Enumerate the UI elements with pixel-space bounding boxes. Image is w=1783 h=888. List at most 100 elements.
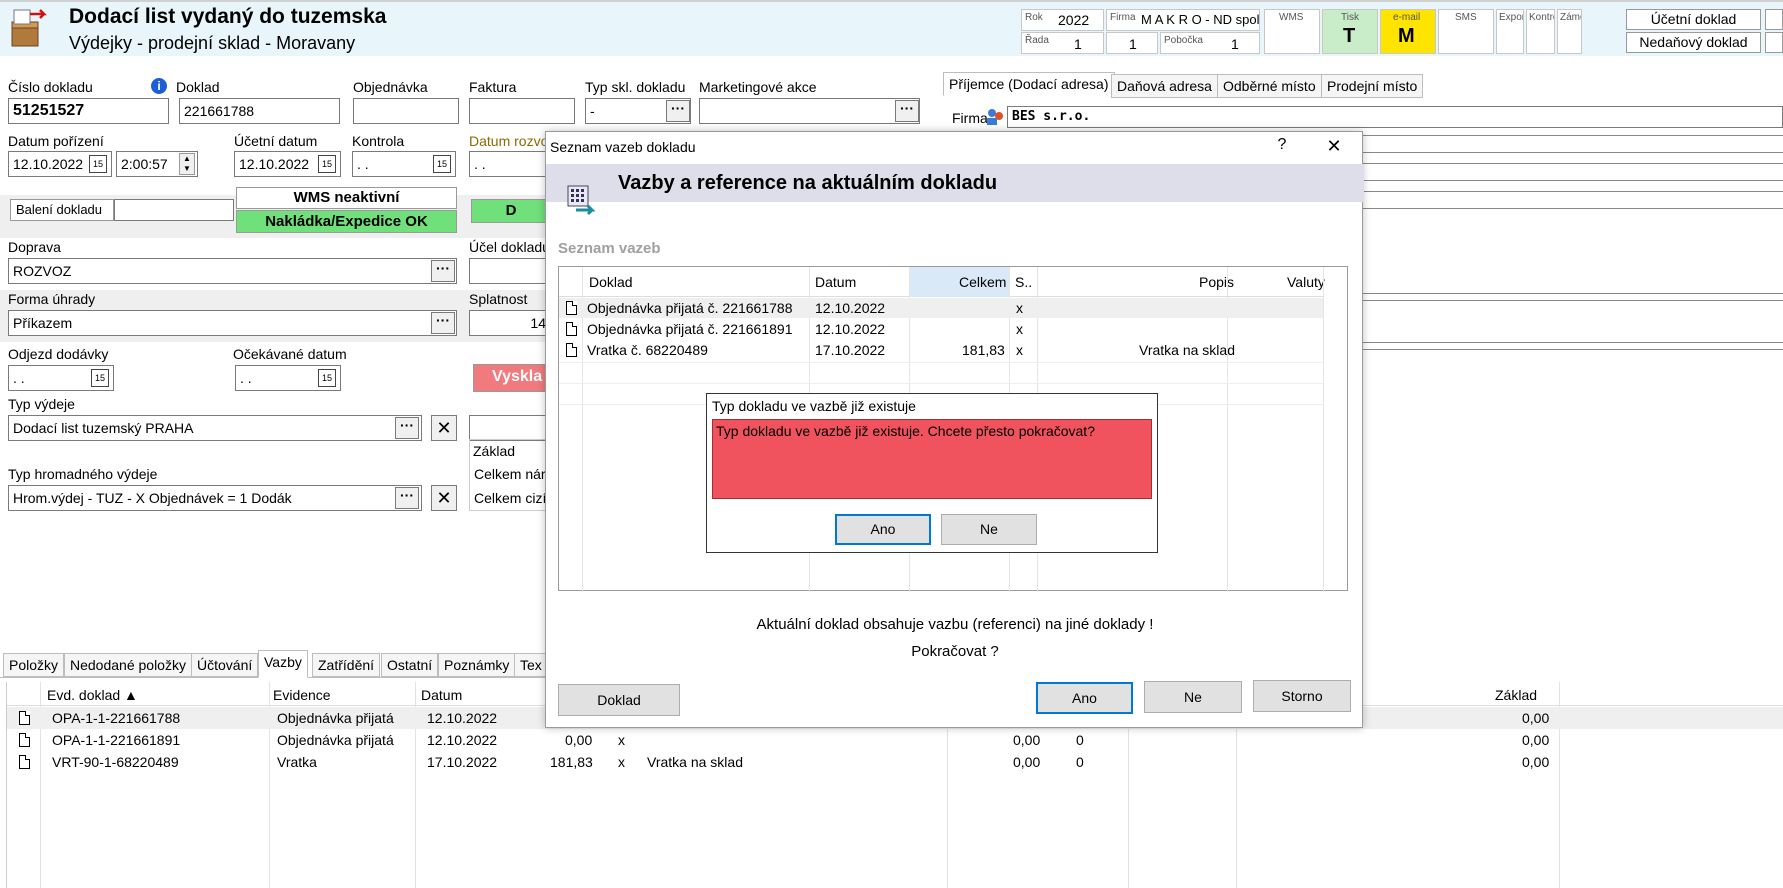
calendar-icon[interactable]: 15 — [91, 369, 109, 387]
tab-tex[interactable]: Tex — [514, 653, 548, 677]
row-s: x — [1016, 321, 1023, 337]
baleni-field[interactable] — [114, 199, 234, 221]
doprava-browse-button[interactable]: ··· — [431, 260, 455, 282]
tab-prijemce[interactable]: Příjemce (Dodací adresa) — [943, 72, 1115, 96]
right-field-line — [1362, 163, 1783, 181]
table-header-s[interactable]: S.. — [1015, 274, 1032, 290]
document-icon — [566, 322, 577, 336]
table-row[interactable] — [7, 729, 1783, 751]
calendar-icon[interactable]: 15 — [89, 155, 107, 173]
typ-hrom-clear-button[interactable]: ✕ — [431, 485, 457, 511]
tab-odberne-misto[interactable]: Odběrné místo — [1217, 74, 1322, 98]
forma-field[interactable]: Příkazem — [8, 310, 457, 336]
export-box[interactable]: Export — [1496, 9, 1524, 54]
row-s: x — [1016, 300, 1023, 316]
vyskladnit-button[interactable]: Vyskla — [473, 364, 553, 392]
tab-zatrideni[interactable]: Zatřídění — [312, 653, 381, 677]
row-datum: 12.10.2022 — [815, 321, 886, 337]
grid-cell-c1: 0,00 — [1013, 732, 1041, 748]
section-label: Seznam vazeb — [558, 240, 661, 257]
forma-browse-button[interactable]: ··· — [431, 312, 455, 334]
grid-cell-zaklad: 0,00 — [1522, 732, 1550, 748]
dialog-title: Seznam vazeb dokladu — [550, 139, 696, 155]
close-icon[interactable]: ✕ — [1319, 136, 1349, 160]
time-spinner[interactable]: ▲ ▼ — [179, 153, 195, 175]
table-header-datum[interactable]: Datum — [815, 274, 856, 290]
ano-button[interactable]: Ano — [1036, 682, 1133, 714]
right-field-line — [1362, 342, 1783, 350]
doklad-field[interactable]: 221661788 — [179, 98, 340, 124]
tab-poznamky[interactable]: Poznámky — [438, 653, 516, 677]
table-row[interactable] — [7, 751, 1783, 773]
grid-cell-evd: VRT-90-1-68220489 — [52, 754, 179, 770]
nedanovy-doklad-field[interactable]: Nedaňový doklad — [1626, 32, 1761, 53]
grid-cell-c1: 0,00 — [1013, 754, 1041, 770]
table-header-popis[interactable]: Popis — [1199, 274, 1234, 290]
objednavka-field[interactable] — [353, 98, 459, 124]
dialog-heading: Vazby a reference na aktuálním dokladu — [618, 172, 998, 194]
splatnost-label: Splatnost — [469, 291, 528, 307]
table-hline — [559, 383, 1323, 384]
table-header-celkem[interactable]: Celkem — [959, 274, 1006, 290]
extra-box-2 — [1765, 32, 1783, 53]
marketing-field[interactable] — [699, 98, 920, 124]
datum-rozvozu-field[interactable]: . . — [469, 151, 549, 177]
info-icon[interactable]: i — [151, 78, 167, 94]
typ-vydeje-field[interactable]: Dodací list tuzemský PRAHA — [8, 415, 422, 441]
grid-cell-c2: 0 — [1076, 754, 1084, 770]
cislo-dokladu-field[interactable]: 51251527 — [8, 98, 169, 124]
grid-header-datum[interactable]: Datum — [421, 687, 462, 703]
zamek-box[interactable]: Zámek — [1557, 9, 1582, 54]
tab-polozky[interactable]: Položky — [3, 653, 65, 677]
doklad-button[interactable]: Doklad — [558, 684, 680, 716]
tab-ostatni[interactable]: Ostatní — [381, 653, 439, 677]
tisk-box[interactable]: Tisk T — [1322, 9, 1378, 54]
grid-header-zaklad[interactable]: Základ — [1495, 687, 1537, 703]
wms-box[interactable]: WMS — [1264, 9, 1320, 54]
typ-vydeje-browse-button[interactable]: ··· — [395, 417, 419, 439]
typ-hrom-browse-button[interactable]: ··· — [395, 487, 419, 509]
calendar-icon[interactable]: 15 — [318, 155, 336, 173]
splatnost-field[interactable]: 14 — [469, 310, 551, 336]
storno-button[interactable]: Storno — [1253, 680, 1351, 712]
typ-hrom-field[interactable]: Hrom.výdej - TUZ - X Objednávek = 1 Dodá… — [8, 485, 422, 511]
typ-vydeje-label: Typ výdeje — [8, 396, 75, 412]
calendar-icon[interactable]: 15 — [433, 155, 451, 173]
tab-vazby[interactable]: Vazby — [258, 650, 308, 678]
calendar-icon[interactable]: 15 — [318, 369, 336, 387]
grid-cell-evidence: Vratka — [277, 754, 317, 770]
ucel-field[interactable] — [469, 258, 551, 284]
help-button[interactable]: ? — [1269, 136, 1295, 160]
confirm-ne-button[interactable]: Ne — [941, 514, 1037, 545]
tab-nedodane-polozky[interactable]: Nedodané položky — [64, 653, 192, 677]
table-header-valuty[interactable]: Valuty — [1287, 274, 1325, 290]
typ-vydeje-clear-button[interactable]: ✕ — [431, 415, 457, 441]
right-blank-field[interactable] — [469, 415, 551, 441]
faktura-label: Faktura — [469, 79, 517, 95]
tab-prodejni-misto[interactable]: Prodejní místo — [1321, 74, 1424, 98]
confirm-ano-button[interactable]: Ano — [835, 514, 931, 545]
grid-cell-datum: 12.10.2022 — [427, 732, 498, 748]
grid-header-evd[interactable]: Evd. doklad ▲ — [47, 687, 138, 703]
kontrola-box[interactable]: Kontrola — [1526, 9, 1555, 54]
faktura-field[interactable] — [469, 98, 575, 124]
row-datum: 17.10.2022 — [815, 342, 886, 358]
grid-header-evidence[interactable]: Evidence — [273, 687, 331, 703]
ucetni-doklad-field[interactable]: Účetní doklad — [1626, 9, 1761, 30]
datum-porizeni-label: Datum pořízení — [8, 133, 104, 149]
sms-box[interactable]: SMS — [1438, 9, 1494, 54]
marketing-browse-button[interactable]: ··· — [895, 100, 919, 122]
table-header-doklad[interactable]: Doklad — [589, 274, 633, 290]
typ-skl-browse-button[interactable]: ··· — [666, 100, 690, 122]
ne-button[interactable]: Ne — [1144, 681, 1242, 713]
doprava-field[interactable]: ROZVOZ — [8, 258, 457, 284]
celkem-ciz-label: Celkem cizí — [474, 490, 547, 506]
tab-uctovani[interactable]: Účtování — [191, 653, 259, 677]
firma-field[interactable]: BES s.r.o. — [1007, 106, 1783, 128]
splatnost-value: 14 — [530, 315, 546, 331]
wms-label: WMS — [1279, 12, 1304, 23]
tab-danova-adresa[interactable]: Daňová adresa — [1111, 74, 1218, 98]
table-vline — [1323, 267, 1324, 592]
firma-field-value: BES s.r.o. — [1012, 109, 1091, 124]
email-box[interactable]: e-mail M — [1380, 9, 1436, 54]
